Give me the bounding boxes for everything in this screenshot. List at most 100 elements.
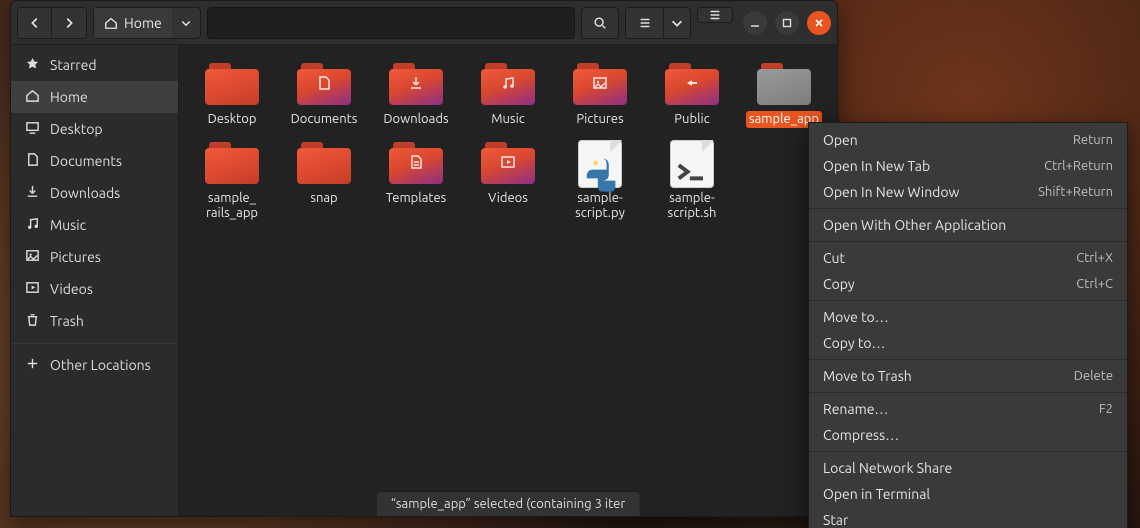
view-dropdown[interactable]	[664, 8, 690, 38]
search-button[interactable]	[581, 7, 619, 39]
folder-icon	[389, 140, 443, 184]
sidebar-item-documents[interactable]: Documents	[11, 145, 178, 177]
grid-item-label: Downloads	[380, 111, 451, 128]
menu-item-cut[interactable]: CutCtrl+X	[809, 245, 1127, 271]
status-text: “sample_app” selected (containing 3 iter	[391, 497, 626, 511]
close-button[interactable]	[807, 11, 831, 35]
grid-item-pictures[interactable]: Pictures	[557, 57, 643, 128]
sidebar-item-downloads[interactable]: Downloads	[11, 177, 178, 209]
chevron-down-icon	[180, 17, 192, 29]
menu-item-label: Open in Terminal	[823, 486, 930, 502]
grid-item-label: sample_rails_app	[203, 190, 261, 222]
download-icon	[25, 184, 40, 202]
folder-icon	[205, 140, 259, 184]
grid-item-label: Desktop	[205, 111, 260, 128]
content-area[interactable]: Desktop Documents Downloads Music Pictures Pu…	[179, 45, 837, 516]
grid-item-music[interactable]: Music	[465, 57, 551, 128]
file-icon	[670, 140, 714, 188]
window-controls	[743, 11, 831, 35]
menu-item-open-with-other-application[interactable]: Open With Other Application	[809, 212, 1127, 238]
menu-item-open[interactable]: OpenReturn	[809, 127, 1127, 153]
sidebar-item-pictures[interactable]: Pictures	[11, 241, 178, 273]
menu-item-shortcut: Shift+Return	[1038, 185, 1113, 199]
home-icon	[104, 16, 118, 30]
chevron-right-icon	[62, 16, 76, 30]
menu-item-star[interactable]: Star	[809, 507, 1127, 528]
sidebar-item-label: Documents	[50, 153, 122, 169]
menu-item-move-to[interactable]: Move to…	[809, 304, 1127, 330]
folder-icon	[297, 61, 351, 105]
sidebar-item-videos[interactable]: Videos	[11, 273, 178, 305]
icon-grid: Desktop Documents Downloads Music Pictures Pu…	[189, 57, 827, 222]
menu-separator	[809, 241, 1127, 242]
path-bar[interactable]: Home	[93, 7, 201, 39]
menu-item-open-in-terminal[interactable]: Open in Terminal	[809, 481, 1127, 507]
view-list-button[interactable]	[626, 8, 664, 38]
sidebar-item-label: Home	[50, 89, 88, 105]
minimize-button[interactable]	[743, 11, 767, 35]
grid-item-sample-rails-app[interactable]: sample_rails_app	[189, 136, 275, 222]
sidebar-item-desktop[interactable]: Desktop	[11, 113, 178, 145]
menu-item-open-in-new-window[interactable]: Open In New Window Shift+Return	[809, 179, 1127, 205]
sidebar-item-starred[interactable]: Starred	[11, 49, 178, 81]
menu-item-copy[interactable]: CopyCtrl+C	[809, 271, 1127, 297]
folder-icon	[389, 61, 443, 105]
hamburger-menu[interactable]	[697, 7, 733, 23]
titlebar: Home	[11, 1, 837, 45]
grid-item-label: Public	[671, 111, 712, 128]
folder-icon	[665, 61, 719, 105]
menu-separator	[809, 208, 1127, 209]
sidebar-item-label: Other Locations	[50, 357, 151, 373]
grid-item-sample-app[interactable]: sample_app	[741, 57, 827, 128]
sidebar-item-trash[interactable]: Trash	[11, 305, 178, 337]
location-entry[interactable]	[207, 7, 575, 39]
search-icon	[593, 16, 607, 30]
sidebar-item-label: Trash	[50, 313, 84, 329]
sidebar-item-label: Music	[50, 217, 86, 233]
forward-button[interactable]	[52, 8, 86, 38]
menu-item-label: Local Network Share	[823, 460, 952, 476]
close-icon	[814, 18, 824, 28]
menu-separator	[809, 451, 1127, 452]
grid-item-snap[interactable]: snap	[281, 136, 367, 222]
grid-item-sample-script-py[interactable]: sample-script.py	[557, 136, 643, 222]
grid-item-templates[interactable]: Templates	[373, 136, 459, 222]
menu-item-label: Open In New Window	[823, 184, 959, 200]
grid-item-videos[interactable]: Videos	[465, 136, 551, 222]
grid-item-label: Templates	[383, 190, 450, 207]
menu-item-copy-to[interactable]: Copy to…	[809, 330, 1127, 356]
folder-icon	[297, 140, 351, 184]
path-dropdown[interactable]	[172, 17, 200, 29]
menu-item-shortcut: Return	[1073, 133, 1113, 147]
menu-item-open-in-new-tab[interactable]: Open In New TabCtrl+Return	[809, 153, 1127, 179]
file-icon	[578, 140, 622, 188]
grid-item-label: Pictures	[573, 111, 626, 128]
folder-icon	[481, 140, 535, 184]
grid-item-downloads[interactable]: Downloads	[373, 57, 459, 128]
grid-item-sample-script-sh[interactable]: sample-script.sh	[649, 136, 735, 222]
grid-item-documents[interactable]: Documents	[281, 57, 367, 128]
menu-item-shortcut: Ctrl+C	[1076, 277, 1113, 291]
sidebar-item-music[interactable]: Music	[11, 209, 178, 241]
menu-item-label: Move to Trash	[823, 368, 912, 384]
menu-item-local-network-share[interactable]: Local Network Share	[809, 455, 1127, 481]
grid-item-desktop[interactable]: Desktop	[189, 57, 275, 128]
back-button[interactable]	[18, 8, 52, 38]
sidebar-item-label: Videos	[50, 281, 93, 297]
path-segment-home[interactable]: Home	[94, 8, 172, 38]
menu-item-rename[interactable]: Rename…F2	[809, 396, 1127, 422]
sidebar-item-home[interactable]: Home	[11, 81, 178, 113]
sidebar-item-label: Pictures	[50, 249, 101, 265]
desktop-icon	[25, 120, 40, 138]
maximize-button[interactable]	[775, 11, 799, 35]
menu-item-label: Rename…	[823, 401, 888, 417]
menu-item-move-to-trash[interactable]: Move to TrashDelete	[809, 363, 1127, 389]
menu-item-compress[interactable]: Compress…	[809, 422, 1127, 448]
grid-item-label: Music	[488, 111, 528, 128]
grid-item-public[interactable]: Public	[649, 57, 735, 128]
path-segment-label: Home	[124, 15, 162, 31]
sidebar-item-other-locations[interactable]: Other Locations	[11, 343, 178, 381]
sidebar-item-label: Downloads	[50, 185, 120, 201]
menu-item-label: Star	[823, 512, 848, 528]
menu-item-label: Move to…	[823, 309, 889, 325]
